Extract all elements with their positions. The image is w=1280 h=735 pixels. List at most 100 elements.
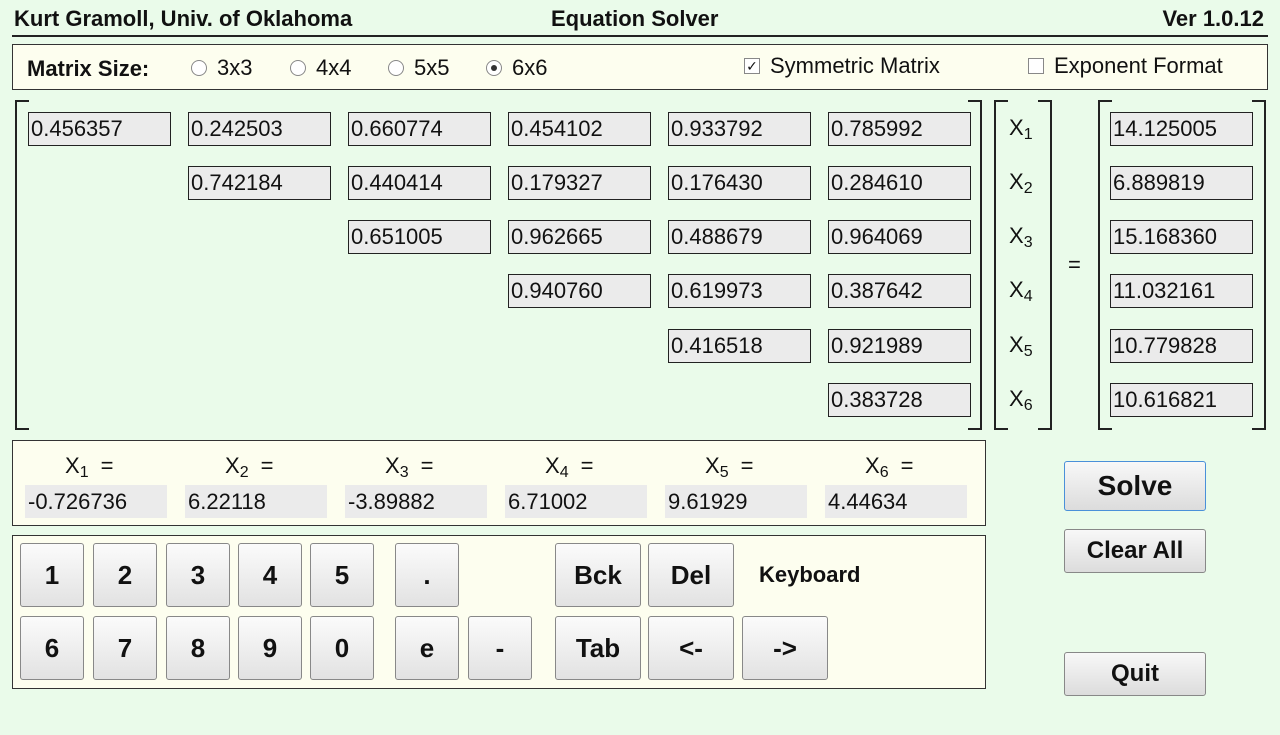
- rhs-left-bracket: [1098, 100, 1112, 430]
- variable-index: 3: [1023, 234, 1033, 251]
- result-label-x6: X6 =: [865, 453, 913, 482]
- radio-size-5x5[interactable]: 5x5: [388, 55, 449, 81]
- radio-size-4x4[interactable]: 4x4: [290, 55, 351, 81]
- key-decimal[interactable]: .: [395, 543, 459, 607]
- checkbox-checked-icon: ✓: [744, 58, 760, 74]
- matrix-cell-r3-c4[interactable]: 0.962665: [508, 220, 651, 254]
- radio-button-icon: [388, 60, 404, 76]
- checkbox-label: Exponent Format: [1054, 53, 1223, 78]
- radio-size-3x3[interactable]: 3x3: [191, 55, 252, 81]
- variable-index: 1: [79, 464, 89, 481]
- matrix-cell-r1-c3[interactable]: 0.660774: [348, 112, 491, 146]
- exponent-format-checkbox[interactable]: Exponent Format: [1028, 53, 1223, 79]
- key-digit-6[interactable]: 6: [20, 616, 84, 680]
- radio-button-icon: [191, 60, 207, 76]
- matrix-cell-r6-c6[interactable]: 0.383728: [828, 383, 971, 417]
- equals-sign: =: [1068, 252, 1081, 277]
- checkbox-label: Symmetric Matrix: [770, 53, 940, 78]
- matrix-cell-r4-c5[interactable]: 0.619973: [668, 274, 811, 308]
- variable-letter: X: [385, 453, 400, 478]
- key-digit-9[interactable]: 9: [238, 616, 302, 680]
- matrix-cell-r3-c6[interactable]: 0.964069: [828, 220, 971, 254]
- variable-letter: X: [1009, 223, 1024, 248]
- result-value-x2: 6.22118: [185, 485, 327, 518]
- solve-button[interactable]: Solve: [1064, 461, 1206, 511]
- quit-button[interactable]: Quit: [1064, 652, 1206, 696]
- equals-sign: =: [580, 453, 594, 478]
- equals-sign: =: [100, 453, 114, 478]
- rhs-cell-3[interactable]: 15.168360: [1110, 220, 1253, 254]
- matrix-cell-r2-c6[interactable]: 0.284610: [828, 166, 971, 200]
- version-label: Ver 1.0.12: [1162, 6, 1264, 31]
- result-label-x4: X4 =: [545, 453, 593, 482]
- key-digit-7[interactable]: 7: [93, 616, 157, 680]
- radio-size-6x6[interactable]: 6x6: [486, 55, 547, 81]
- variable-x1: X1: [1009, 115, 1033, 144]
- key-right-arrow[interactable]: ->: [742, 616, 828, 680]
- result-value-x6: 4.44634: [825, 485, 967, 518]
- variable-letter: X: [1009, 115, 1024, 140]
- key-delete[interactable]: Del: [648, 543, 734, 607]
- key-digit-4[interactable]: 4: [238, 543, 302, 607]
- key-digit-8[interactable]: 8: [166, 616, 230, 680]
- results-panel: X1 = -0.726736 X2 = 6.22118 X3 = -3.89882 X4 = 6.71…: [12, 440, 986, 526]
- matrix-cell-r2-c3[interactable]: 0.440414: [348, 166, 491, 200]
- matrix-cell-r2-c2[interactable]: 0.742184: [188, 166, 331, 200]
- options-bar: Matrix Size: 3x3 4x4 5x5 6x6 ✓ Symmetric…: [12, 44, 1268, 90]
- result-label-x1: X1 =: [65, 453, 113, 482]
- app-title: Equation Solver: [551, 6, 719, 31]
- keypad-panel: Keyboard 1 2 3 4 5. Bck Del 6 7 8 9 0 e - Tab <- ->: [12, 535, 986, 689]
- matrix-cell-r5-c5[interactable]: 0.416518: [668, 329, 811, 363]
- matrix-cell-r1-c2[interactable]: 0.242503: [188, 112, 331, 146]
- matrix-cell-r3-c5[interactable]: 0.488679: [668, 220, 811, 254]
- header-divider: [12, 35, 1268, 37]
- clear-all-button[interactable]: Clear All: [1064, 529, 1206, 573]
- variable-index: 3: [399, 464, 409, 481]
- matrix-cell-r4-c6[interactable]: 0.387642: [828, 274, 971, 308]
- rhs-cell-1[interactable]: 14.125005: [1110, 112, 1253, 146]
- matrix-cell-r1-c6[interactable]: 0.785992: [828, 112, 971, 146]
- matrix-cell-r1-c5[interactable]: 0.933792: [668, 112, 811, 146]
- key-left-arrow[interactable]: <-: [648, 616, 734, 680]
- result-value-x1: -0.726736: [25, 485, 167, 518]
- equals-sign: =: [260, 453, 274, 478]
- key-minus[interactable]: -: [468, 616, 532, 680]
- key-digit-1[interactable]: 1: [20, 543, 84, 607]
- key-digit-5[interactable]: 5: [310, 543, 374, 607]
- matrix-cell-r3-c3[interactable]: 0.651005: [348, 220, 491, 254]
- key-digit-2[interactable]: 2: [93, 543, 157, 607]
- rhs-cell-2[interactable]: 6.889819: [1110, 166, 1253, 200]
- matrix-cell-r5-c6[interactable]: 0.921989: [828, 329, 971, 363]
- rhs-cell-4[interactable]: 11.032161: [1110, 274, 1253, 308]
- matrix-cell-r1-c4[interactable]: 0.454102: [508, 112, 651, 146]
- key-exponent[interactable]: e: [395, 616, 459, 680]
- result-value-x3: -3.89882: [345, 485, 487, 518]
- rhs-cell-6[interactable]: 10.616821: [1110, 383, 1253, 417]
- variable-letter: X: [65, 453, 80, 478]
- variable-index: 6: [1023, 397, 1033, 414]
- variable-letter: X: [1009, 277, 1024, 302]
- variable-left-bracket: [994, 100, 1008, 430]
- variable-index: 2: [239, 464, 249, 481]
- matrix-cell-r4-c4[interactable]: 0.940760: [508, 274, 651, 308]
- matrix-cell-r1-c1[interactable]: 0.456357: [28, 112, 171, 146]
- variable-letter: X: [1009, 169, 1024, 194]
- matrix-size-label: Matrix Size:: [27, 56, 150, 81]
- variable-x2: X2: [1009, 169, 1033, 198]
- variable-letter: X: [705, 453, 720, 478]
- symmetric-matrix-checkbox[interactable]: ✓ Symmetric Matrix: [744, 53, 940, 79]
- result-label-x2: X2 =: [225, 453, 273, 482]
- key-digit-3[interactable]: 3: [166, 543, 230, 607]
- matrix-cell-r2-c5[interactable]: 0.176430: [668, 166, 811, 200]
- matrix-cell-r2-c4[interactable]: 0.179327: [508, 166, 651, 200]
- key-tab[interactable]: Tab: [555, 616, 641, 680]
- variable-index: 5: [719, 464, 729, 481]
- radio-label: 6x6: [512, 55, 548, 80]
- key-backspace[interactable]: Bck: [555, 543, 641, 607]
- variable-letter: X: [225, 453, 240, 478]
- rhs-cell-5[interactable]: 10.779828: [1110, 329, 1253, 363]
- variable-letter: X: [545, 453, 560, 478]
- author-label: Kurt Gramoll, Univ. of Oklahoma: [14, 6, 353, 31]
- result-value-x4: 6.71002: [505, 485, 647, 518]
- key-digit-0[interactable]: 0: [310, 616, 374, 680]
